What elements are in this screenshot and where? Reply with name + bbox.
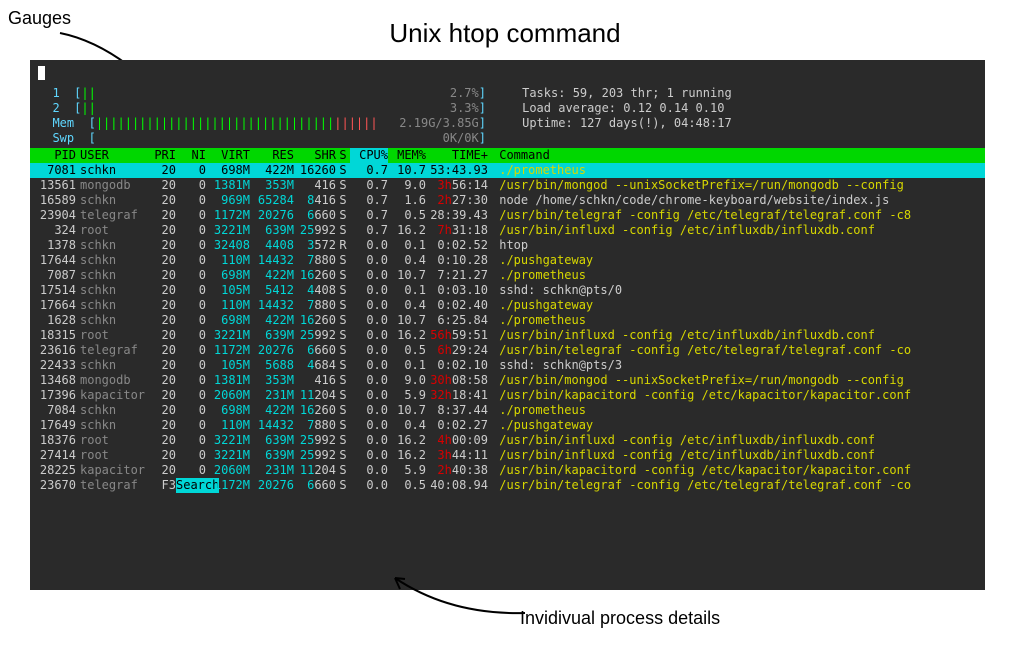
process-details-annotation-label: Invidivual process details bbox=[520, 608, 720, 629]
blinking-cursor bbox=[38, 66, 45, 80]
terminal-window[interactable]: 1 [|| 2.7%] Tasks: 59, 203 thr; 1 runnin… bbox=[30, 60, 985, 590]
process-row[interactable]: 13468mongodb20 01381M353M416S0.09.030h08… bbox=[30, 373, 985, 388]
process-list[interactable]: 7081schkn20 0698M422M16260S0.710.753:43.… bbox=[30, 163, 985, 493]
process-row[interactable]: 7084schkn20 0698M422M16260S0.010.78:37.4… bbox=[30, 403, 985, 418]
page-title: Unix htop command bbox=[389, 18, 620, 49]
process-row[interactable]: 23616telegraf20 01172M202766660S0.00.56h… bbox=[30, 343, 985, 358]
gauges-panel: 1 [|| 2.7%] Tasks: 59, 203 thr; 1 runnin… bbox=[30, 84, 985, 148]
process-row[interactable]: 17649schkn20 0110M144327880S0.00.40:02.2… bbox=[30, 418, 985, 433]
process-table-header[interactable]: PIDUSERPRINIVIRTRESSHRSCPU%MEM%TIME+ Com… bbox=[30, 148, 985, 163]
process-row[interactable]: 1628schkn20 0698M422M16260S0.010.76:25.8… bbox=[30, 313, 985, 328]
process-row[interactable]: 22433schkn20 0105M56884684S0.00.10:02.10… bbox=[30, 358, 985, 373]
process-row[interactable]: 23904telegraf20 01172M202766660S0.70.528… bbox=[30, 208, 985, 223]
process-row[interactable]: 28225kapacitor20 02060M231M11204S0.05.92… bbox=[30, 463, 985, 478]
process-row[interactable]: 7087schkn20 0698M422M16260S0.010.77:21.2… bbox=[30, 268, 985, 283]
process-row[interactable]: 18376root20 03221M639M25992S0.016.24h00:… bbox=[30, 433, 985, 448]
process-row[interactable]: 18315root20 03221M639M25992S0.016.256h59… bbox=[30, 328, 985, 343]
process-row[interactable]: 27414root20 03221M639M25992S0.016.23h44:… bbox=[30, 448, 985, 463]
gauges-annotation-label: Gauges bbox=[8, 8, 71, 29]
process-row[interactable]: 7081schkn20 0698M422M16260S0.710.753:43.… bbox=[30, 163, 985, 178]
process-row[interactable]: 13561mongodb20 01381M353M416S0.79.03h56:… bbox=[30, 178, 985, 193]
process-row[interactable]: 23670telegrafF3Search1172M202766660S0.00… bbox=[30, 478, 985, 493]
process-row[interactable]: 324root20 03221M639M25992S0.716.27h31:18… bbox=[30, 223, 985, 238]
process-row[interactable]: 16589schkn20 0969M652848416S0.71.62h27:3… bbox=[30, 193, 985, 208]
process-row[interactable]: 17664schkn20 0110M144327880S0.00.40:02.4… bbox=[30, 298, 985, 313]
process-row[interactable]: 1378schkn20 03240844083572R0.00.10:02.52… bbox=[30, 238, 985, 253]
process-row[interactable]: 17644schkn20 0110M144327880S0.00.40:10.2… bbox=[30, 253, 985, 268]
process-row[interactable]: 17396kapacitor20 02060M231M11204S0.05.93… bbox=[30, 388, 985, 403]
process-row[interactable]: 17514schkn20 0105M54124408S0.00.10:03.10… bbox=[30, 283, 985, 298]
